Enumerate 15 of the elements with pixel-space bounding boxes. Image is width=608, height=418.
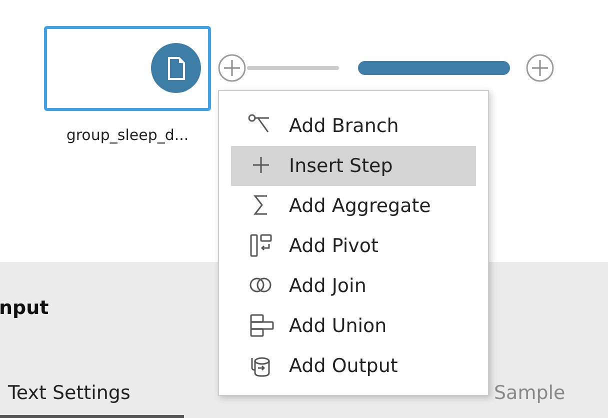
panel-title: nput [0, 296, 50, 321]
menu-item[interactable]: Add Pivot [231, 226, 476, 266]
menu-item[interactable]: Add Union [231, 306, 476, 346]
node-label: group_sleep_d... [65, 125, 190, 146]
step-bar[interactable] [358, 61, 510, 75]
menu-item[interactable]: Add Output [231, 346, 476, 386]
add-icon[interactable] [525, 53, 555, 83]
menu-item[interactable]: Insert Step [231, 146, 476, 186]
add-icon[interactable] [217, 53, 247, 83]
menu-item[interactable]: Add Branch [231, 106, 476, 146]
menu-item[interactable]: Add Join [231, 266, 476, 306]
document-icon [151, 43, 201, 93]
tab[interactable]: Text Settings [0, 372, 184, 418]
menu-item[interactable]: Add Aggregate [231, 186, 476, 226]
flow-node[interactable] [44, 26, 211, 111]
